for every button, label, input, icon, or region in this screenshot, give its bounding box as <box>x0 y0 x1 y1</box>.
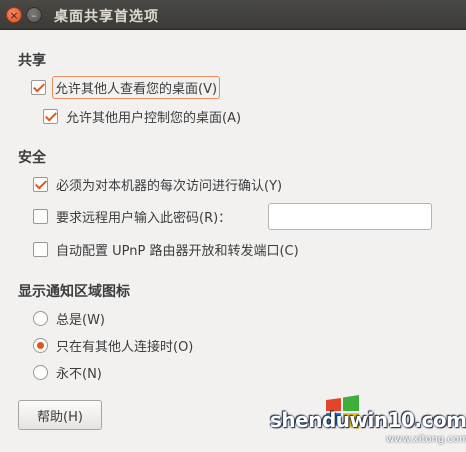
allow-view-checkbox[interactable] <box>31 79 46 95</box>
confirm-access-checkbox[interactable] <box>33 176 48 192</box>
section-heading-sharing: 共享 <box>18 53 46 69</box>
confirm-checkbox-row[interactable]: 必须为对本机器的每次访问进行确认(Y) <box>33 173 282 195</box>
watermark-text: shenduwin10.com <box>270 408 466 432</box>
only-when-connected-radio[interactable] <box>33 337 48 353</box>
require-password-checkbox[interactable] <box>33 208 48 224</box>
never-label[interactable]: 永不(N) <box>56 363 102 382</box>
window-title: 桌面共享首选项 <box>54 9 159 25</box>
require-password-label[interactable]: 要求远程用户输入此密码(R)： <box>56 207 231 226</box>
allow-control-checkbox-row[interactable]: 允许其他用户控制您的桌面(A) <box>43 105 241 127</box>
only-when-connected-label[interactable]: 只在有其他人连接时(O) <box>56 336 193 355</box>
allow-control-label[interactable]: 允许其他用户控制您的桌面(A) <box>66 107 241 126</box>
watermark-url: www.xitong.com <box>386 434 466 445</box>
close-icon[interactable]: × <box>6 7 22 23</box>
upnp-checkbox[interactable] <box>33 241 48 257</box>
password-input[interactable] <box>268 203 432 230</box>
radio-row-always[interactable]: 总是(W) <box>33 307 105 329</box>
allow-control-checkbox[interactable] <box>43 108 58 124</box>
radio-row-never[interactable]: 永不(N) <box>33 361 102 383</box>
always-radio[interactable] <box>33 310 48 326</box>
always-label[interactable]: 总是(W) <box>56 309 105 328</box>
upnp-label[interactable]: 自动配置 UPnP 路由器开放和转发端口(C) <box>56 240 299 259</box>
confirm-access-label[interactable]: 必须为对本机器的每次访问进行确认(Y) <box>56 175 282 194</box>
section-heading-security: 安全 <box>18 150 46 166</box>
help-button[interactable]: 帮助(H) <box>18 400 102 430</box>
never-radio[interactable] <box>33 364 48 380</box>
section-heading-notification: 显示通知区域图标 <box>18 284 130 300</box>
password-checkbox-row[interactable]: 要求远程用户输入此密码(R)： <box>33 205 231 227</box>
minimize-icon[interactable]: – <box>26 7 42 23</box>
allow-view-label[interactable]: 允许其他人查看您的桌面(V) <box>52 75 221 99</box>
watermark: shenduwin10.com www.xitong.com <box>268 392 466 452</box>
allow-view-checkbox-row[interactable]: 允许其他人查看您的桌面(V) <box>31 75 221 99</box>
radio-row-connected[interactable]: 只在有其他人连接时(O) <box>33 334 193 356</box>
title-bar: × – 桌面共享首选项 <box>0 0 466 30</box>
upnp-checkbox-row[interactable]: 自动配置 UPnP 路由器开放和转发端口(C) <box>33 238 299 260</box>
